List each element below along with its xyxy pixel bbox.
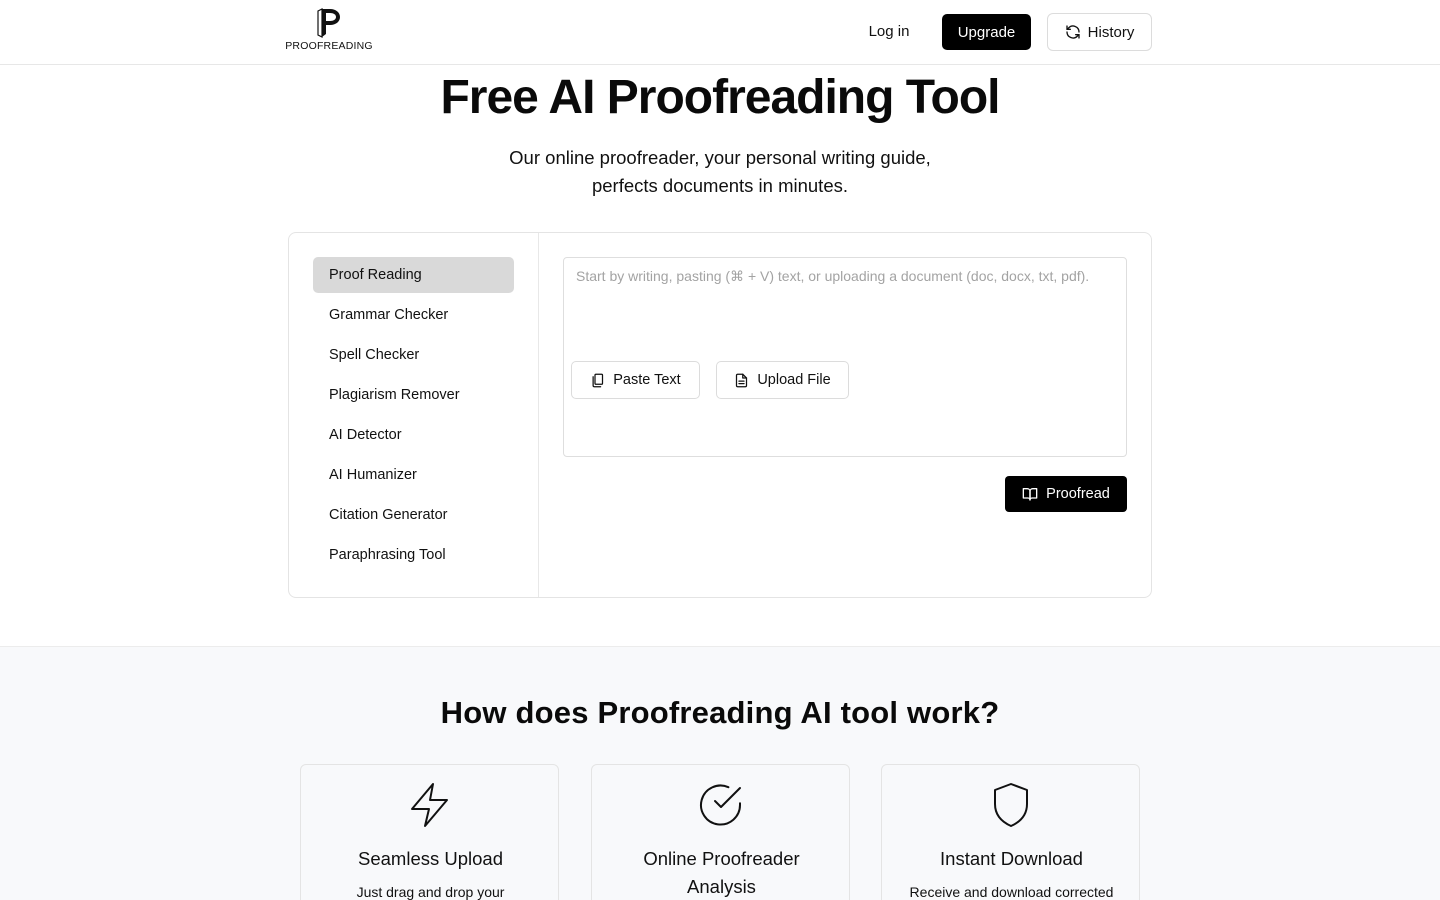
file-icon: [736, 373, 748, 387]
proofreading-tool-card: Proof Reading Grammar Checker Spell Chec…: [288, 232, 1152, 598]
feature-card-download: Instant Download Receive and download co…: [881, 764, 1140, 900]
upgrade-button[interactable]: Upgrade: [942, 14, 1031, 50]
tool-sidebar: Proof Reading Grammar Checker Spell Chec…: [289, 233, 539, 597]
login-link[interactable]: Log in: [852, 14, 926, 50]
upload-file-button[interactable]: Upload File: [716, 361, 849, 399]
sidebar-item-ai-humanizer[interactable]: AI Humanizer: [313, 457, 514, 493]
sidebar-item-spell-checker[interactable]: Spell Checker: [313, 337, 514, 373]
subtitle-line-1: Our online proofreader, your personal wr…: [509, 147, 931, 168]
paste-text-button[interactable]: Paste Text: [571, 361, 700, 399]
page-subtitle: Our online proofreader, your personal wr…: [470, 144, 970, 200]
sidebar-item-plagiarism-remover[interactable]: Plagiarism Remover: [313, 377, 514, 413]
proofread-label: Proofread: [1046, 486, 1110, 502]
check-circle-icon: [700, 784, 741, 826]
feature-card-upload: Seamless Upload Just drag and drop your: [300, 764, 559, 900]
shield-icon: [994, 783, 1028, 827]
upload-file-label: Upload File: [757, 372, 831, 388]
feature-description: Just drag and drop your: [356, 884, 505, 900]
lightning-icon: [411, 783, 448, 827]
paste-text-label: Paste Text: [613, 372, 681, 388]
book-open-icon: [1022, 488, 1038, 501]
how-it-works-title: How does Proofreading AI tool work?: [440, 695, 1000, 730]
feature-description: Receive and download corrected: [909, 884, 1114, 900]
subtitle-line-2: perfects documents in minutes.: [591, 175, 849, 196]
logo[interactable]: PROOFREADING: [285, 8, 373, 56]
proofread-button[interactable]: Proofread: [1005, 476, 1127, 512]
feature-title: Instant Download: [940, 848, 1083, 869]
sidebar-item-ai-detector[interactable]: AI Detector: [313, 417, 514, 453]
how-it-works-section: How does Proofreading AI tool work? Seam…: [0, 646, 1440, 900]
feature-title: Seamless Upload: [358, 848, 503, 869]
text-input[interactable]: [564, 258, 1126, 358]
feature-card-analysis: Online Proofreader Analysis: [591, 764, 850, 900]
sidebar-item-paraphrasing-tool[interactable]: Paraphrasing Tool: [313, 537, 514, 573]
sidebar-item-citation-generator[interactable]: Citation Generator: [313, 497, 514, 533]
refresh-icon: [1065, 25, 1080, 39]
text-editor: Paste Text Upload File: [563, 257, 1127, 457]
sidebar-item-proof-reading[interactable]: Proof Reading: [313, 257, 514, 293]
history-label: History: [1087, 23, 1135, 41]
site-header: PROOFREADING Log in Upgrade History: [0, 0, 1440, 65]
history-button[interactable]: History: [1047, 13, 1152, 51]
clipboard-icon: [592, 373, 604, 387]
feature-title: Online Proofreader Analysis: [643, 848, 800, 897]
page-title: Free AI Proofreading Tool: [440, 71, 1000, 124]
logo-text: PROOFREADING: [285, 40, 373, 52]
logo-p-icon: [317, 8, 340, 38]
sidebar-item-grammar-checker[interactable]: Grammar Checker: [313, 297, 514, 333]
